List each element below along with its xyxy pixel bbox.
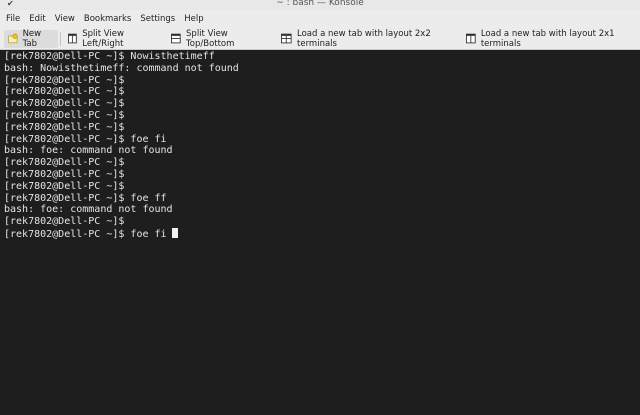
terminal-line: [rek7802@Dell-PC ~]$ Nowisthetimeff: [4, 51, 215, 62]
terminal-line: bash: Nowisthetimeff: command not found: [4, 62, 239, 74]
terminal-prompt-line[interactable]: [rek7802@Dell-PC ~]$ foe fi: [4, 227, 640, 240]
menu-view[interactable]: View: [55, 14, 75, 24]
window-titlebar[interactable]: ✔ ~ : bash — Konsole: [0, 0, 640, 10]
menu-file[interactable]: File: [6, 14, 20, 24]
terminal-line: bash: foe: command not found: [4, 145, 173, 157]
menu-help[interactable]: Help: [184, 14, 203, 24]
menu-bar: File Edit View Bookmarks Settings Help: [0, 10, 640, 28]
toolbar: New Tab Split View Left/Right Split View…: [0, 28, 640, 50]
terminal-line: [rek7802@Dell-PC ~]$ foe ff: [4, 192, 167, 204]
toolbar-separator: [59, 31, 61, 46]
new-tab-label: New Tab: [22, 28, 42, 49]
new-tab-button[interactable]: New Tab: [4, 28, 58, 49]
split-top-bottom-button[interactable]: Split View Top/Bottom: [167, 28, 271, 49]
terminal-line: [rek7802@Dell-PC ~]$: [4, 216, 125, 228]
terminal-line: [rek7802@Dell-PC ~]$: [4, 168, 125, 180]
terminal-line: [rek7802@Dell-PC ~]$: [4, 157, 125, 169]
split-left-right-label: Split View Left/Right: [82, 28, 124, 49]
split-left-right-icon: [68, 33, 78, 44]
terminal-cursor: [171, 227, 178, 238]
layout-2x1-icon: [466, 33, 476, 44]
split-top-bottom-icon: [171, 33, 182, 44]
layout-2x2-icon: [281, 33, 293, 44]
terminal-line: bash: foe: command not found: [4, 204, 173, 216]
terminal-line: [rek7802@Dell-PC ~]$: [4, 121, 125, 133]
terminal-line: [rek7802@Dell-PC ~]$ foe fi: [4, 133, 167, 145]
new-tab-icon: [8, 33, 18, 44]
split-top-bottom-label: Split View Top/Bottom: [186, 28, 235, 49]
menu-bookmarks[interactable]: Bookmarks: [84, 14, 132, 24]
menu-edit[interactable]: Edit: [29, 14, 45, 24]
split-left-right-button[interactable]: Split View Left/Right: [64, 28, 161, 49]
layout-2x1-label: Load a new tab with layout 2x1 terminals: [480, 28, 615, 49]
terminal-line: [rek7802@Dell-PC ~]$: [4, 180, 125, 192]
terminal-line: [rek7802@Dell-PC ~]$: [4, 74, 125, 86]
terminal-current-input: [rek7802@Dell-PC ~]$ foe fi: [4, 228, 167, 240]
layout-2x2-label: Load a new tab with layout 2x2 terminals: [297, 28, 431, 49]
menu-settings[interactable]: Settings: [140, 14, 175, 24]
terminal-output[interactable]: [rek7802@Dell-PC ~]$ Nowisthetimeff bash…: [0, 51, 640, 415]
terminal-line: [rek7802@Dell-PC ~]$: [4, 86, 125, 98]
terminal-line: [rek7802@Dell-PC ~]$: [4, 98, 125, 110]
layout-2x1-button[interactable]: Load a new tab with layout 2x1 terminals: [462, 28, 640, 49]
layout-2x2-button[interactable]: Load a new tab with layout 2x2 terminals: [277, 28, 456, 49]
terminal-line: [rek7802@Dell-PC ~]$: [4, 109, 125, 121]
window-title: ~ : bash — Konsole: [276, 0, 364, 8]
